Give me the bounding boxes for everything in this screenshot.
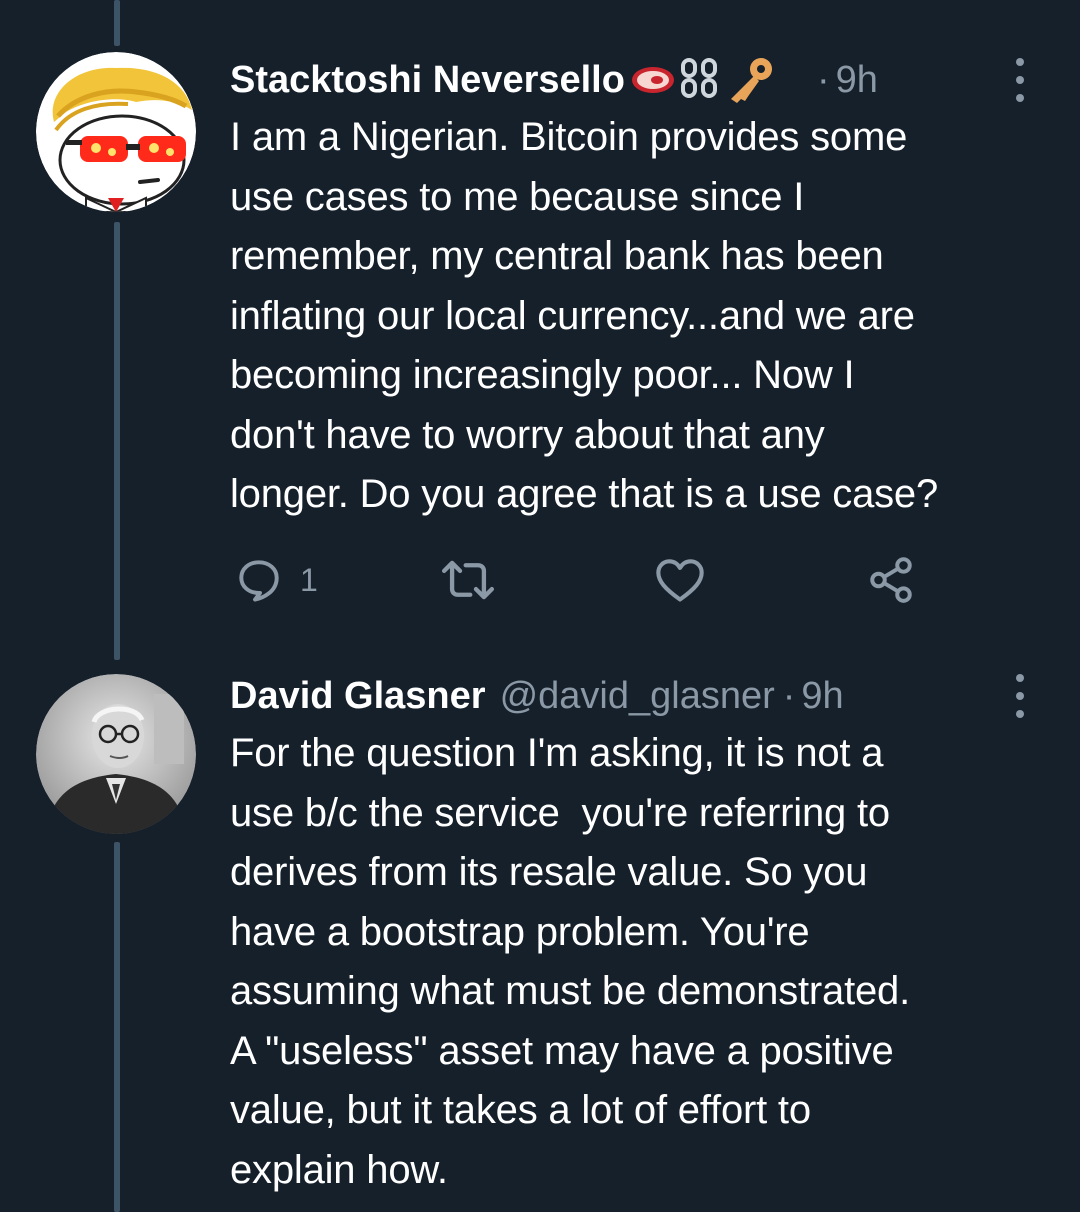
retweet-icon bbox=[441, 560, 495, 600]
share-icon bbox=[870, 557, 912, 603]
tweet-header: David Glasner @david_glasner · 9h bbox=[230, 668, 1030, 724]
tweet[interactable]: Stacktoshi Neversello · 9h I am a Nigeri… bbox=[0, 0, 1080, 650]
tweet-actions: 1 bbox=[230, 552, 930, 608]
chain-emoji-icon bbox=[680, 58, 717, 98]
steak-emoji-icon bbox=[631, 67, 674, 93]
avatar[interactable] bbox=[36, 674, 196, 834]
more-options-button[interactable] bbox=[1008, 674, 1032, 718]
share-button[interactable] bbox=[866, 552, 916, 608]
reply-icon bbox=[239, 560, 279, 602]
tweet-text: I am a Nigerian. Bitcoin provides some u… bbox=[230, 115, 939, 516]
heart-icon bbox=[656, 559, 704, 602]
portrait-photo-avatar-icon bbox=[36, 674, 196, 834]
more-dot-icon bbox=[1016, 58, 1024, 66]
more-dot-icon bbox=[1016, 710, 1024, 718]
tweet-header: Stacktoshi Neversello · 9h bbox=[230, 52, 1030, 108]
timestamp[interactable]: 9h bbox=[801, 675, 843, 718]
avatar[interactable] bbox=[36, 52, 196, 212]
tweet[interactable]: David Glasner @david_glasner · 9h For th… bbox=[0, 660, 1080, 1212]
more-options-button[interactable] bbox=[1008, 58, 1032, 102]
retweet-button[interactable] bbox=[440, 552, 512, 608]
cartoon-avatar-icon bbox=[36, 52, 196, 212]
timestamp[interactable]: 9h bbox=[836, 59, 878, 102]
key-emoji-icon bbox=[730, 58, 772, 103]
tweet-text: For the question I'm asking, it is not a… bbox=[230, 731, 911, 1192]
reply-button[interactable]: 1 bbox=[234, 552, 318, 608]
like-button[interactable] bbox=[654, 552, 722, 608]
display-name[interactable]: Stacktoshi Neversello bbox=[230, 59, 625, 102]
separator-dot: · bbox=[782, 674, 796, 717]
user-handle[interactable]: @david_glasner bbox=[500, 675, 775, 718]
reply-count: 1 bbox=[300, 561, 318, 598]
separator-dot: · bbox=[816, 58, 830, 101]
more-dot-icon bbox=[1016, 692, 1024, 700]
more-dot-icon bbox=[1016, 94, 1024, 102]
display-name[interactable]: David Glasner bbox=[230, 675, 486, 718]
name-badges bbox=[629, 55, 775, 105]
more-dot-icon bbox=[1016, 674, 1024, 682]
more-dot-icon bbox=[1016, 76, 1024, 84]
